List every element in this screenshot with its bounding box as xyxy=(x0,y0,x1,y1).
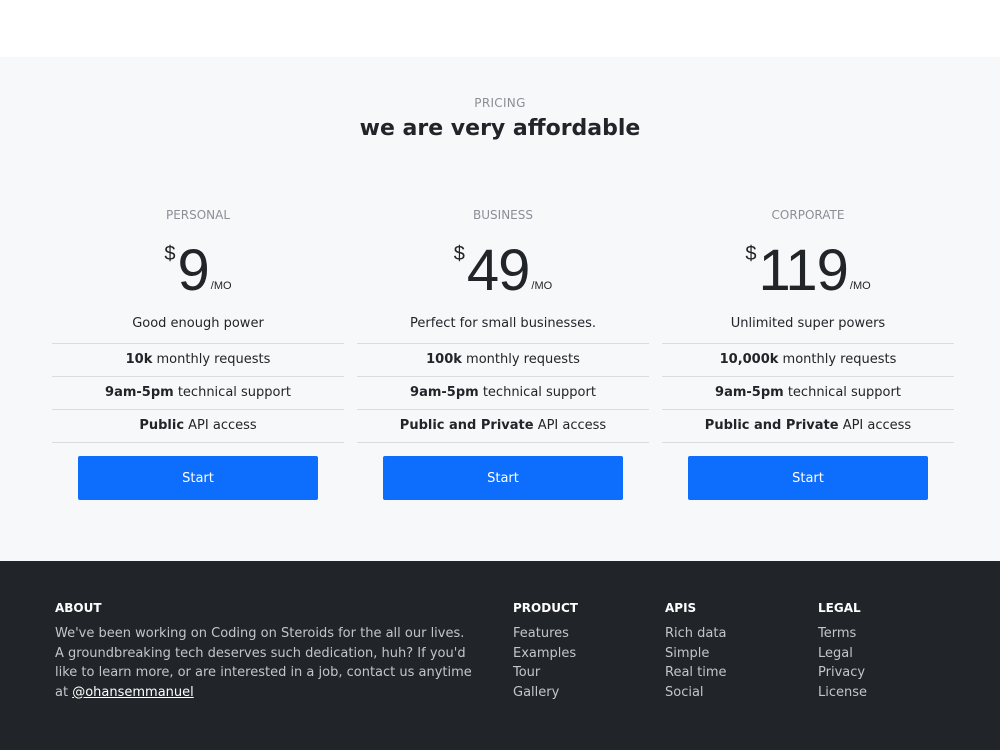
footer-link-legal[interactable]: Legal xyxy=(818,644,867,664)
feature-text: monthly requests xyxy=(152,352,271,367)
about-contact-link[interactable]: @ohansemmanuel xyxy=(72,685,194,700)
plan-description: Unlimited super powers xyxy=(730,316,886,331)
footer-link-rich-data[interactable]: Rich data xyxy=(665,624,727,644)
footer-product-links: Features Examples Tour Gallery xyxy=(513,624,578,702)
feature-text: technical support xyxy=(783,385,901,400)
feature-text: API access xyxy=(838,418,912,433)
feature-highlight: 10k xyxy=(125,352,153,367)
footer-legal-links: Terms Legal Privacy License xyxy=(818,624,867,702)
footer-link-license[interactable]: License xyxy=(818,683,867,703)
footer-legal-title: LEGAL xyxy=(818,601,861,615)
feature-support: 9am-5pm technical support xyxy=(357,377,649,410)
price-period: /MO xyxy=(210,280,232,292)
feature-highlight: Public xyxy=(139,418,185,433)
price-amount: 49 xyxy=(466,238,531,303)
feature-text: API access xyxy=(533,418,607,433)
feature-requests: 10k monthly requests xyxy=(52,344,344,377)
feature-highlight: 100k xyxy=(426,352,462,367)
footer-link-simple[interactable]: Simple xyxy=(665,644,727,664)
plan-card-personal: PERSONAL $ 9 /MO Good enough power 10k m… xyxy=(52,207,344,500)
feature-support: 9am-5pm technical support xyxy=(52,377,344,410)
footer-link-real-time[interactable]: Real time xyxy=(665,663,727,683)
plan-name: CORPORATE xyxy=(771,208,845,222)
start-button-business[interactable]: Start xyxy=(383,456,623,500)
feature-requests: 100k monthly requests xyxy=(357,344,649,377)
price-currency: $ xyxy=(453,243,465,265)
footer-link-terms[interactable]: Terms xyxy=(818,624,867,644)
pricing-eyebrow: PRICING xyxy=(474,96,526,110)
feature-text: monthly requests xyxy=(461,352,580,367)
price-amount: 9 xyxy=(177,238,210,303)
footer-link-privacy[interactable]: Privacy xyxy=(818,663,867,683)
footer-product-title: PRODUCT xyxy=(513,601,578,615)
price-amount: 119 xyxy=(758,238,848,303)
feature-highlight: Public and Private xyxy=(704,418,839,433)
plan-price: $ 49 /MO xyxy=(357,242,649,304)
feature-text: technical support xyxy=(478,385,596,400)
start-button-personal[interactable]: Start xyxy=(78,456,318,500)
feature-api-access: Public and Private API access xyxy=(357,410,649,443)
price-period: /MO xyxy=(849,280,871,292)
footer-about-title: ABOUT xyxy=(55,601,102,615)
plan-features: 100k monthly requests 9am-5pm technical … xyxy=(357,343,649,443)
feature-highlight: 9am-5pm xyxy=(410,385,479,400)
plan-name: BUSINESS xyxy=(473,208,533,222)
start-button-corporate[interactable]: Start xyxy=(688,456,928,500)
price-period: /MO xyxy=(531,280,553,292)
plan-features: 10,000k monthly requests 9am-5pm technic… xyxy=(662,343,954,443)
plan-price: $ 9 /MO xyxy=(52,242,344,304)
price-currency: $ xyxy=(745,243,757,265)
plan-card-business: BUSINESS $ 49 /MO Perfect for small busi… xyxy=(357,207,649,500)
feature-highlight: 10,000k xyxy=(719,352,779,367)
feature-highlight: Public and Private xyxy=(399,418,534,433)
plan-features: 10k monthly requests 9am-5pm technical s… xyxy=(52,343,344,443)
feature-requests: 10,000k monthly requests xyxy=(662,344,954,377)
feature-highlight: 9am-5pm xyxy=(715,385,784,400)
pricing-section: PRICING we are very affordable PERSONAL … xyxy=(0,57,1000,561)
feature-api-access: Public API access xyxy=(52,410,344,443)
pricing-heading: we are very affordable xyxy=(359,116,641,141)
footer-apis-links: Rich data Simple Real time Social xyxy=(665,624,727,702)
footer-link-features[interactable]: Features xyxy=(513,624,578,644)
plan-description: Perfect for small businesses. xyxy=(410,316,596,331)
footer-product: PRODUCT Features Examples Tour Gallery xyxy=(513,600,578,702)
footer-about-text: We've been working on Coding on Steroids… xyxy=(55,624,475,702)
feature-text: monthly requests xyxy=(778,352,897,367)
footer-link-tour[interactable]: Tour xyxy=(513,663,578,683)
plan-description: Good enough power xyxy=(132,316,264,331)
price-currency: $ xyxy=(164,243,176,265)
footer-link-social[interactable]: Social xyxy=(665,683,727,703)
top-band xyxy=(0,0,1000,57)
footer-legal: LEGAL Terms Legal Privacy License xyxy=(818,600,867,702)
plan-price: $ 119 /MO xyxy=(662,242,954,304)
footer-apis-title: APIS xyxy=(665,601,697,615)
site-footer: ABOUT We've been working on Coding on St… xyxy=(0,561,1000,750)
feature-api-access: Public and Private API access xyxy=(662,410,954,443)
footer-apis: APIS Rich data Simple Real time Social xyxy=(665,600,727,702)
footer-link-gallery[interactable]: Gallery xyxy=(513,683,578,703)
plan-card-corporate: CORPORATE $ 119 /MO Unlimited super powe… xyxy=(662,207,954,500)
feature-highlight: 9am-5pm xyxy=(105,385,174,400)
feature-support: 9am-5pm technical support xyxy=(662,377,954,410)
feature-text: technical support xyxy=(173,385,291,400)
footer-about: ABOUT We've been working on Coding on St… xyxy=(55,600,475,702)
footer-link-examples[interactable]: Examples xyxy=(513,644,578,664)
plan-name: PERSONAL xyxy=(165,208,231,222)
feature-text: API access xyxy=(184,418,257,433)
